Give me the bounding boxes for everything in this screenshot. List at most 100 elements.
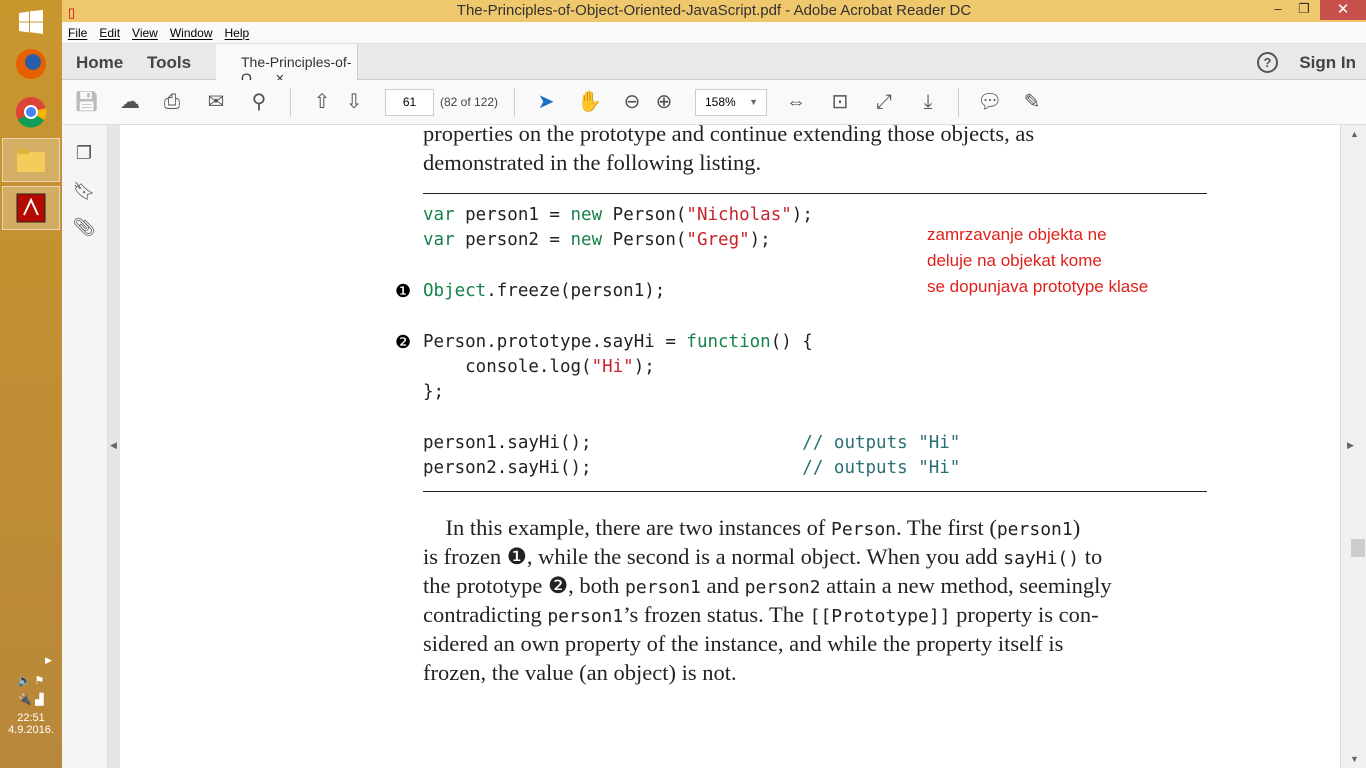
close-window-button[interactable]: ✕ (1320, 0, 1366, 20)
body-text-line: sidered an own property of the instance,… (423, 631, 1063, 657)
scrollbar-thumb[interactable] (1351, 539, 1365, 557)
fit-page-icon[interactable]: ⊡ (828, 90, 852, 114)
code-token: Person( (602, 205, 687, 225)
code-token: var (423, 205, 455, 225)
inline-code: [[Prototype]] (809, 606, 951, 627)
scroll-up-arrow-icon[interactable]: ▲ (1350, 129, 1359, 139)
divider (514, 88, 515, 117)
menu-bar: File Edit View Window Help (62, 22, 1366, 44)
action-center-flag-icon[interactable]: ⚑ (34, 675, 44, 687)
next-page-icon[interactable]: ⇩ (342, 90, 366, 114)
code-line: var person2 = new Person("Greg"); (423, 230, 771, 250)
code-token: .freeze(person1); (486, 280, 666, 301)
full-screen-icon[interactable]: ⤢ (872, 90, 896, 114)
select-cursor-icon[interactable]: ➤ (534, 90, 558, 114)
file-explorer-taskbar-icon[interactable] (2, 138, 60, 182)
tab-home[interactable]: Home (76, 53, 123, 73)
search-icon[interactable]: ⚲ (247, 90, 271, 114)
show-hidden-icons-icon[interactable]: ▶ (0, 655, 62, 666)
highlight-pen-icon[interactable]: ✎ (1020, 90, 1044, 114)
marker-2: ❷ (395, 332, 412, 352)
zoom-in-icon[interactable]: ⊕ (652, 90, 676, 114)
minimize-button[interactable]: ‒ (1264, 0, 1292, 20)
listing-top-rule (423, 193, 1207, 194)
text-run: ’s frozen status. The (623, 602, 810, 627)
print-icon[interactable]: ⎙ (160, 90, 184, 114)
code-token: // outputs "Hi" (802, 458, 961, 478)
windows-taskbar: ▶ 🔈 ⚑ 🔌 ▟ 22:51 4.9.2016. (0, 0, 62, 768)
bookmarks-icon[interactable]: 🔖︎ (72, 179, 96, 203)
code-line: person1.sayHi(); // outputs "Hi" (423, 433, 960, 453)
code-token: new (570, 205, 603, 225)
comment-icon[interactable]: 💬︎ (977, 90, 1002, 114)
inline-code: person1 (996, 519, 1073, 540)
scroll-down-arrow-icon[interactable]: ▼ (1350, 754, 1359, 764)
page-thumbnails-icon[interactable]: ❐ (72, 141, 96, 165)
restore-button[interactable]: ❐ (1290, 0, 1318, 20)
system-tray: ▶ 🔈 ⚑ 🔌 ▟ 22:51 4.9.2016. (0, 655, 62, 736)
save-icon[interactable]: 💾︎ (74, 90, 99, 114)
code-token: person1 = (454, 205, 571, 225)
right-pane-toggle-icon[interactable]: ▶ (1347, 440, 1354, 451)
menu-window[interactable]: Window (170, 26, 213, 40)
annotation-line[interactable]: deluje na objekat kome (927, 251, 1102, 271)
code-line: var person1 = new Person("Nicholas"); (423, 205, 813, 225)
clock-date[interactable]: 4.9.2016. (0, 724, 62, 736)
battery-icon[interactable]: 🔌 (18, 694, 32, 706)
vertical-scrollbar[interactable]: ▲ ▶ ▼ (1340, 125, 1366, 768)
hand-tool-icon[interactable]: ✋ (577, 90, 602, 114)
inline-code: sayHi() (1003, 548, 1080, 569)
menu-view[interactable]: View (132, 26, 158, 40)
code-token: person2.sayHi(); (423, 458, 803, 478)
scroll-mode-icon[interactable]: ⤓ (916, 90, 940, 114)
text-run: the prototype ❷, both (423, 573, 626, 598)
code-token: ); (633, 356, 655, 377)
code-token: Person( (602, 230, 687, 251)
start-button[interactable] (2, 0, 60, 44)
zoom-out-icon[interactable]: ⊖ (620, 90, 644, 114)
help-icon[interactable]: ? (1257, 52, 1278, 73)
tab-bar: Home Tools The-Principles-of-O... × ? Si… (62, 44, 1366, 87)
zoom-select[interactable]: 158% ▼ (695, 89, 767, 116)
inline-code: person1 (547, 606, 624, 627)
toolbar: 💾︎ ☁ ⎙ ✉ ⚲ ⇧ ⇩ 61 (82 of 122) ➤ ✋ ⊖ ⊕ 15… (62, 80, 1366, 125)
previous-page-icon[interactable]: ⇧ (310, 90, 334, 114)
fit-width-icon[interactable]: ⇔ (784, 90, 808, 114)
body-text-line: is frozen ❶, while the second is a norma… (423, 544, 1102, 570)
code-token: person1.sayHi(); (423, 432, 803, 453)
body-text-line: In this example, there are two instances… (423, 515, 1081, 541)
tab-tools[interactable]: Tools (147, 53, 191, 73)
code-token: ); (791, 205, 813, 225)
menu-help[interactable]: Help (225, 26, 250, 40)
network-icon[interactable]: ▟ (35, 694, 43, 706)
code-token: ); (749, 230, 771, 251)
volume-icon[interactable]: 🔈 (18, 675, 32, 687)
firefox-taskbar-icon[interactable] (2, 42, 60, 86)
code-line: Person.prototype.sayHi = function() { (423, 332, 813, 352)
code-token: "Greg" (686, 230, 750, 251)
upload-cloud-icon[interactable]: ☁ (118, 90, 142, 114)
clock-time[interactable]: 22:51 (0, 712, 62, 724)
body-text-line: contradicting person1’s frozen status. T… (423, 602, 1099, 628)
code-token: "Hi" (591, 356, 634, 377)
annotation-line[interactable]: se dopunjava prototype klase (927, 277, 1148, 297)
annotation-line[interactable]: zamrzavanje objekta ne (927, 225, 1107, 245)
tab-document[interactable]: The-Principles-of-O... × (216, 44, 358, 87)
email-icon[interactable]: ✉ (204, 90, 228, 114)
menu-edit[interactable]: Edit (99, 26, 120, 40)
text-run: to (1079, 544, 1103, 569)
code-token: new (570, 230, 603, 251)
text-run: . The first ( (896, 515, 997, 540)
chrome-taskbar-icon[interactable] (2, 90, 60, 134)
text-run: attain a new method, seemingly (820, 573, 1112, 598)
acrobat-taskbar-icon[interactable] (2, 186, 60, 230)
menu-file[interactable]: File (68, 26, 87, 40)
zoom-value: 158% (705, 95, 736, 109)
attachments-icon[interactable]: 📎︎ (72, 215, 96, 239)
sign-in-button[interactable]: Sign In (1299, 53, 1356, 73)
nav-pane-toggle[interactable]: ◀ (108, 125, 120, 768)
pdf-page: properties on the prototype and continue… (120, 125, 1340, 768)
divider (290, 88, 291, 117)
text-run: frozen, the value (an object) is not. (423, 660, 737, 685)
page-number-input[interactable]: 61 (385, 89, 434, 116)
